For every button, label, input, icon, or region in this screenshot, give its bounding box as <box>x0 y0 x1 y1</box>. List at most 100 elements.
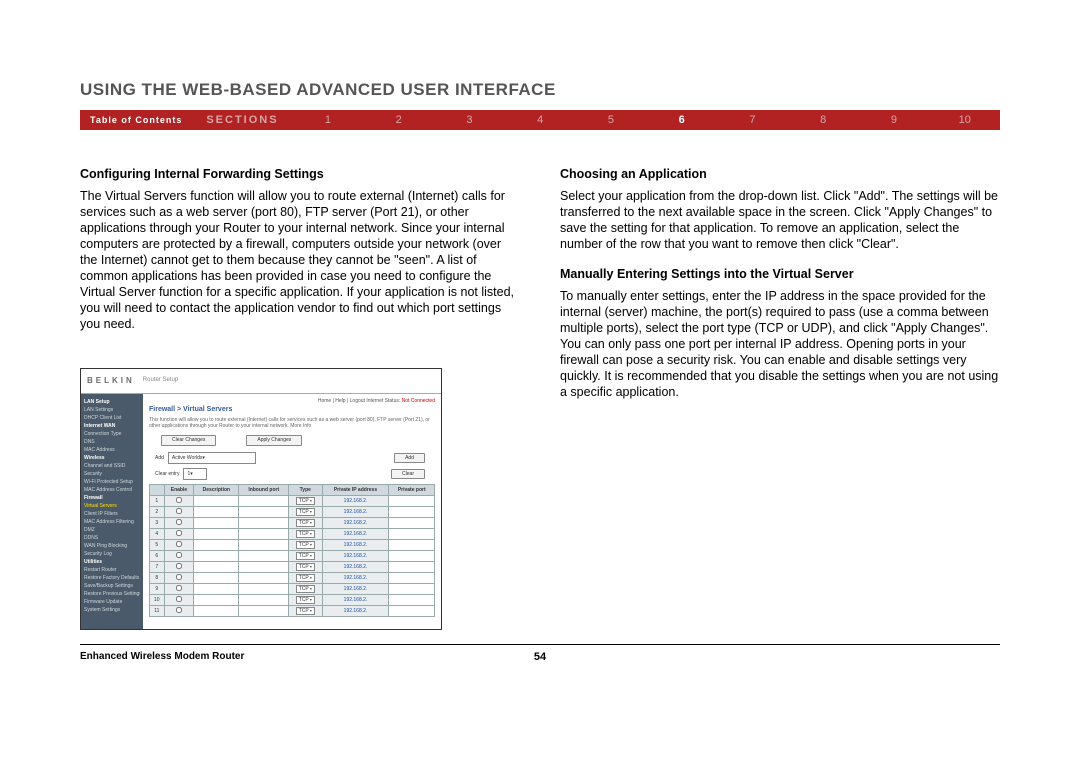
table-header: Enable <box>164 484 194 495</box>
ip-cell[interactable]: 192.168.2. <box>344 586 368 592</box>
sidebar-item[interactable]: LAN Setup <box>84 398 140 406</box>
sidebar-item[interactable]: Firmware Update <box>84 598 140 606</box>
sidebar-item[interactable]: Restore Factory Defaults <box>84 574 140 582</box>
table-row: 1TCP192.168.2. <box>150 495 435 506</box>
sidebar-item[interactable]: Channel and SSID <box>84 462 140 470</box>
enable-checkbox[interactable] <box>176 596 182 602</box>
application-select[interactable]: Active Worlds ▾ <box>168 452 256 464</box>
type-select[interactable]: TCP <box>296 552 315 560</box>
virtual-servers-table: EnableDescriptionInbound portType Private… <box>149 484 435 617</box>
table-row: 10TCP192.168.2. <box>150 594 435 605</box>
enable-checkbox[interactable] <box>176 574 182 580</box>
table-row: 8TCP192.168.2. <box>150 572 435 583</box>
paragraph-forwarding: The Virtual Servers function will allow … <box>80 188 520 332</box>
sidebar-item[interactable]: Restart Router <box>84 566 140 574</box>
sidebar-item[interactable]: DMZ <box>84 526 140 534</box>
enable-checkbox[interactable] <box>176 607 182 613</box>
sidebar-item[interactable]: DDNS <box>84 534 140 542</box>
sidebar-item[interactable]: MAC Address Control <box>84 486 140 494</box>
type-select[interactable]: TCP <box>296 596 315 604</box>
section-link-4[interactable]: 4 <box>505 114 576 126</box>
sidebar-item[interactable]: Connection Type <box>84 430 140 438</box>
table-header: Private port <box>389 484 435 495</box>
sidebar-item[interactable]: Wireless <box>84 454 140 462</box>
section-navbar: Table of Contents SECTIONS 12345678910 <box>80 110 1000 130</box>
ip-cell[interactable]: 192.168.2. <box>344 608 368 614</box>
type-select[interactable]: TCP <box>296 530 315 538</box>
section-link-5[interactable]: 5 <box>576 114 647 126</box>
enable-checkbox[interactable] <box>176 497 182 503</box>
ip-cell[interactable]: 192.168.2. <box>344 520 368 526</box>
table-row: 6TCP192.168.2. <box>150 550 435 561</box>
section-link-1[interactable]: 1 <box>293 114 364 126</box>
type-select[interactable]: TCP <box>296 574 315 582</box>
enable-checkbox[interactable] <box>176 585 182 591</box>
enable-checkbox[interactable] <box>176 508 182 514</box>
sidebar-item[interactable]: Firewall <box>84 494 140 502</box>
clear-entry-label: Clear entry <box>155 471 179 477</box>
sidebar-item[interactable]: DNS <box>84 438 140 446</box>
table-header: Type <box>289 484 322 495</box>
shot-top-links: Home | Help | Logout Internet Status: No… <box>149 398 435 404</box>
type-select[interactable]: TCP <box>296 519 315 527</box>
apply-changes-button[interactable]: Apply Changes <box>246 435 302 445</box>
footer-product: Enhanced Wireless Modem Router <box>80 651 244 662</box>
section-link-10[interactable]: 10 <box>929 114 1000 126</box>
add-button[interactable]: Add <box>394 453 425 463</box>
ip-cell[interactable]: 192.168.2. <box>344 498 368 504</box>
section-link-3[interactable]: 3 <box>434 114 505 126</box>
table-row: 3TCP192.168.2. <box>150 517 435 528</box>
sidebar-item[interactable]: DHCP Client List <box>84 414 140 422</box>
sidebar-item[interactable]: WAN Ping Blocking <box>84 542 140 550</box>
type-select[interactable]: TCP <box>296 607 315 615</box>
type-select[interactable]: TCP <box>296 508 315 516</box>
type-select[interactable]: TCP <box>296 497 315 505</box>
sidebar-item[interactable]: MAC Address Filtering <box>84 518 140 526</box>
sidebar-item[interactable]: Utilities <box>84 558 140 566</box>
sidebar-item[interactable]: Internet WAN <box>84 422 140 430</box>
ip-cell[interactable]: 192.168.2. <box>344 531 368 537</box>
type-select[interactable]: TCP <box>296 541 315 549</box>
clear-button[interactable]: Clear <box>391 469 425 479</box>
enable-checkbox[interactable] <box>176 552 182 558</box>
clear-changes-button[interactable]: Clear Changes <box>161 435 216 445</box>
sidebar-item[interactable]: MAC Address <box>84 446 140 454</box>
heading-manual: Manually Entering Settings into the Virt… <box>560 266 1000 282</box>
sidebar-item[interactable]: Security Log <box>84 550 140 558</box>
section-link-7[interactable]: 7 <box>717 114 788 126</box>
toc-link[interactable]: Table of Contents <box>80 115 192 125</box>
enable-checkbox[interactable] <box>176 530 182 536</box>
table-row: 5TCP192.168.2. <box>150 539 435 550</box>
sidebar-item[interactable]: Client IP Filters <box>84 510 140 518</box>
page-title: USING THE WEB-BASED ADVANCED USER INTERF… <box>80 80 1000 100</box>
section-link-8[interactable]: 8 <box>788 114 859 126</box>
sidebar-item[interactable]: Save/Backup Settings <box>84 582 140 590</box>
table-row: 7TCP192.168.2. <box>150 561 435 572</box>
type-select[interactable]: TCP <box>296 563 315 571</box>
sidebar-item[interactable]: Wi-Fi Protected Setup <box>84 478 140 486</box>
table-header: Inbound port <box>239 484 289 495</box>
enable-checkbox[interactable] <box>176 563 182 569</box>
section-link-9[interactable]: 9 <box>859 114 930 126</box>
sidebar-item[interactable]: Restore Previous Settings <box>84 590 140 598</box>
ip-cell[interactable]: 192.168.2. <box>344 597 368 603</box>
sidebar-item[interactable]: System Settings <box>84 606 140 614</box>
table-header: Description <box>194 484 239 495</box>
sidebar-item[interactable]: Security <box>84 470 140 478</box>
enable-checkbox[interactable] <box>176 541 182 547</box>
ip-cell[interactable]: 192.168.2. <box>344 542 368 548</box>
sidebar-item[interactable]: LAN Settings <box>84 406 140 414</box>
type-select[interactable]: TCP <box>296 585 315 593</box>
ip-cell[interactable]: 192.168.2. <box>344 575 368 581</box>
section-link-6[interactable]: 6 <box>646 114 717 126</box>
ip-cell[interactable]: 192.168.2. <box>344 564 368 570</box>
ip-cell[interactable]: 192.168.2. <box>344 553 368 559</box>
right-column: Choosing an Application Select your appl… <box>560 166 1000 630</box>
enable-checkbox[interactable] <box>176 519 182 525</box>
left-column: Configuring Internal Forwarding Settings… <box>80 166 520 630</box>
ip-cell[interactable]: 192.168.2. <box>344 509 368 515</box>
sidebar-item[interactable]: Virtual Servers <box>84 502 140 510</box>
clear-entry-select[interactable]: 1 ▾ <box>183 468 207 480</box>
table-row: 4TCP192.168.2. <box>150 528 435 539</box>
section-link-2[interactable]: 2 <box>363 114 434 126</box>
